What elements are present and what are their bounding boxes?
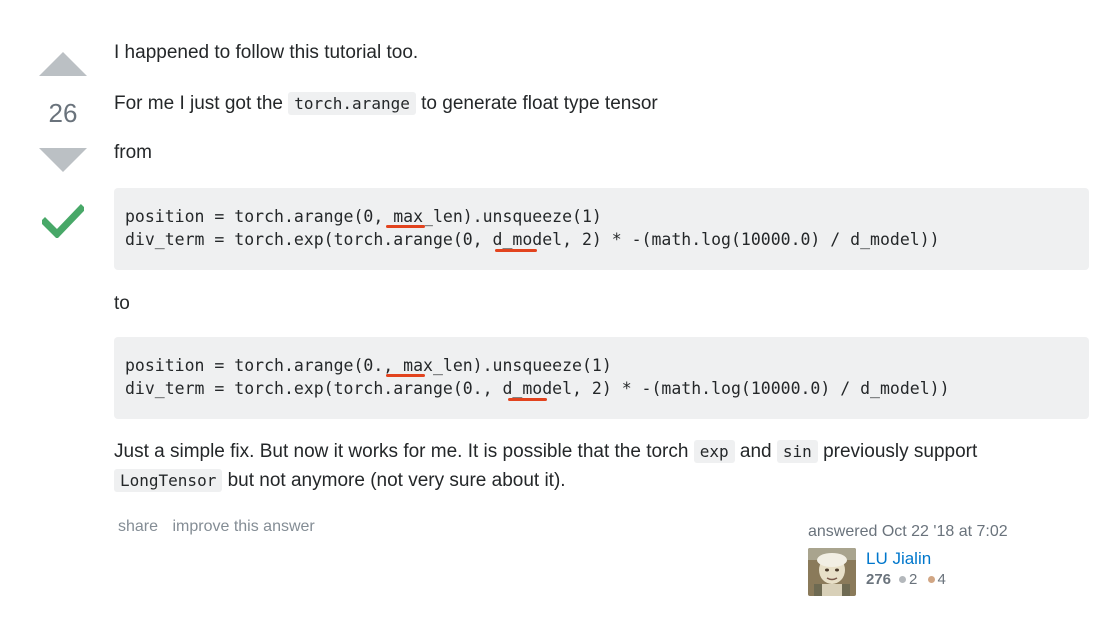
text-span: and (734, 441, 777, 462)
underline-annotation (386, 374, 425, 377)
bronze-badge-icon (927, 575, 935, 583)
paragraph-from: from (114, 142, 152, 163)
user-name-link[interactable]: LU Jialin (866, 548, 946, 570)
reputation-score: 276 (866, 571, 892, 588)
text-span: to generate float type tensor (415, 93, 658, 114)
inline-code: LongTensor (114, 469, 223, 492)
vote-count: 26 (48, 98, 78, 128)
text-span: For me I just got the (114, 93, 289, 114)
underline-annotation (386, 225, 425, 228)
post-menu: share improve this answer (118, 518, 325, 536)
underline-annotation (508, 398, 547, 401)
silver-badge-icon (899, 575, 907, 583)
text-span: but not anymore (not very sure about it)… (222, 470, 566, 491)
inline-code: torch.arange (288, 92, 416, 115)
code-block-from: position = torch.arange(0, max_len).unsq… (114, 188, 1089, 270)
downvote-arrow-icon[interactable] (39, 148, 87, 172)
paragraph-intro: I happened to follow this tutorial too. (114, 42, 419, 63)
underline-annotation (495, 249, 537, 252)
code-line: position = torch.arange(0, max_len).unsq… (125, 207, 602, 226)
upvote-arrow-icon[interactable] (39, 52, 87, 76)
paragraph-conclusion: Just a simple fix. But now it works for … (114, 437, 1074, 495)
reputation-line: 276 2 4 (866, 570, 946, 590)
code-line: div_term = torch.exp(torch.arange(0., d_… (125, 379, 950, 398)
answered-timestamp: answered Oct 22 '18 at 7:02 (808, 523, 1008, 540)
share-link[interactable]: share (118, 518, 158, 535)
inline-code: exp (693, 440, 735, 463)
bronze-badge-count: 4 (937, 571, 946, 588)
text-span: Just a simple fix. But now it works for … (114, 441, 694, 462)
vote-column: 26 (38, 52, 88, 238)
code-block-to: position = torch.arange(0., max_len).uns… (114, 337, 1089, 419)
text-span: previously support (817, 441, 978, 462)
code-line: div_term = torch.exp(torch.arange(0, d_m… (125, 230, 940, 249)
user-details: LU Jialin 276 2 4 (866, 548, 946, 596)
silver-badge-count: 2 (909, 571, 918, 588)
paragraph-summary: For me I just got the torch.arange to ge… (114, 91, 658, 117)
inline-code: sin (776, 440, 818, 463)
user-avatar[interactable] (808, 548, 856, 596)
user-card: LU Jialin 276 2 4 (808, 548, 1038, 596)
improve-answer-link[interactable]: improve this answer (172, 518, 314, 535)
accepted-checkmark-icon (42, 204, 84, 238)
paragraph-to: to (114, 293, 130, 314)
user-signature: answered Oct 22 '18 at 7:02 LU Jialin 27… (808, 522, 1038, 596)
code-line: position = torch.arange(0., max_len).uns… (125, 356, 612, 375)
